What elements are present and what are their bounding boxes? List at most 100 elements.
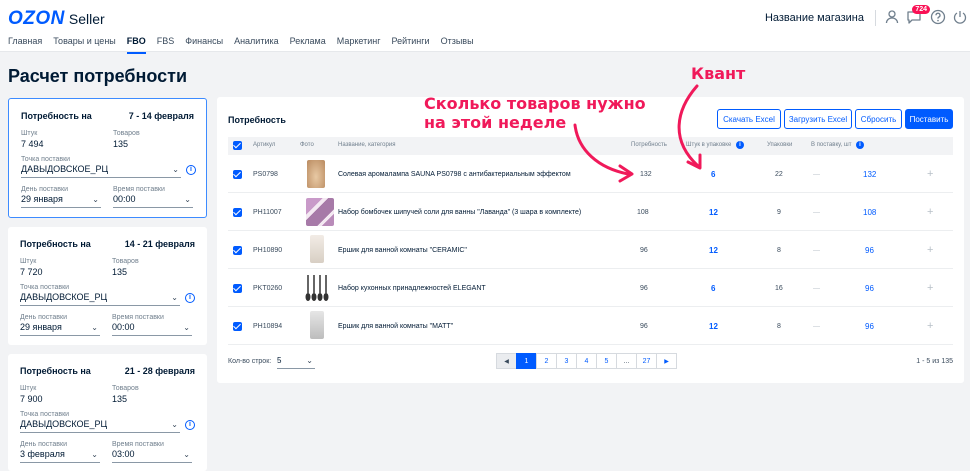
row-need: 96 [640, 285, 648, 292]
page-button[interactable]: 4 [576, 353, 597, 369]
table-row[interactable]: PKT0260 Набор кухонных принадлежностей E… [228, 269, 953, 307]
point-label: Точка поставки [20, 411, 70, 418]
col-per-pack: Штук в упаковке [686, 142, 732, 148]
col-packs: Упаковки [767, 142, 793, 148]
qty-value: 7 720 [20, 267, 43, 277]
logo-brand: OZON [8, 8, 65, 29]
point-select[interactable]: ДАВЫДОВСКОЕ_РЦ ⌄ [21, 164, 181, 178]
ozon-seller-logo[interactable]: OZON Seller [8, 8, 105, 30]
row-name[interactable]: Ершик для ванной комнаты "CERAMIC" [338, 247, 467, 254]
row-name[interactable]: Солевая аромалампа SAUNA PS0798 с антиба… [338, 171, 571, 178]
row-to-supply[interactable]: 96 [865, 284, 874, 293]
reset-button[interactable]: Сбросить [855, 109, 902, 129]
top-bar: OZON Seller Название магазина 724 Главна… [0, 0, 970, 54]
row-to-supply[interactable]: 132 [863, 170, 876, 179]
row-article: PH10894 [253, 323, 283, 330]
page-button[interactable]: 3 [556, 353, 577, 369]
time-select[interactable]: 00:00 ⌄ [112, 322, 192, 336]
time-select[interactable]: 00:00 ⌄ [113, 194, 193, 208]
week-card-3[interactable]: Потребность на 21 - 28 февраля Штук 7 90… [8, 354, 207, 471]
add-icon[interactable]: + [927, 244, 933, 256]
row-to-supply[interactable]: 96 [865, 322, 874, 331]
power-icon[interactable] [952, 9, 968, 25]
nav-marketing[interactable]: Маркетинг [337, 36, 381, 50]
info-icon[interactable]: i [736, 141, 744, 149]
add-icon[interactable]: + [927, 168, 933, 180]
rows-per-page-select[interactable]: 5 ⌄ [277, 355, 315, 369]
col-to-supply: В поставку, шт [811, 142, 852, 148]
nav-main[interactable]: Главная [8, 36, 42, 50]
download-excel-button[interactable]: Скачать Excel [717, 109, 781, 129]
row-name[interactable]: Ершик для ванной комнаты "MATT" [338, 323, 453, 330]
row-checkbox[interactable] [233, 170, 242, 179]
add-icon[interactable]: + [927, 282, 933, 294]
time-label: Время поставки [112, 314, 164, 321]
day-select[interactable]: 29 января ⌄ [20, 322, 100, 336]
point-select[interactable]: ДАВЫДОВСКОЕ_РЦ ⌄ [20, 419, 180, 433]
chevron-down-icon: ⌄ [171, 293, 178, 302]
row-dash: — [813, 209, 820, 216]
nav-fbs[interactable]: FBS [157, 36, 175, 50]
row-per-pack[interactable]: 12 [709, 246, 718, 255]
table-row[interactable]: PS0798 Солевая аромалампа SAUNA PS0798 с… [228, 155, 953, 193]
row-to-supply[interactable]: 96 [865, 246, 874, 255]
nav-analytics[interactable]: Аналитика [234, 36, 279, 50]
time-select[interactable]: 03:00 ⌄ [112, 449, 192, 463]
user-icon[interactable] [884, 9, 900, 25]
col-article: Артикул [253, 142, 276, 148]
page-button[interactable]: 2 [536, 353, 557, 369]
info-icon[interactable]: i [185, 420, 195, 430]
goods-value: 135 [112, 394, 128, 404]
supply-button[interactable]: Поставить [905, 109, 953, 129]
nav-ads[interactable]: Реклама [290, 36, 326, 50]
row-checkbox[interactable] [233, 208, 242, 217]
day-value: 29 января [21, 194, 63, 204]
nav-finance[interactable]: Финансы [185, 36, 223, 50]
chevron-down-icon: ⌄ [306, 356, 313, 365]
info-icon[interactable]: i [186, 165, 196, 175]
next-page-button[interactable]: ▶ [656, 353, 677, 369]
prev-page-button[interactable]: ◀ [496, 353, 517, 369]
col-photo: Фото [300, 142, 314, 148]
nav-fbo[interactable]: FBO [126, 36, 146, 54]
row-packs: 8 [777, 247, 781, 254]
select-all-checkbox[interactable] [233, 141, 242, 150]
day-select[interactable]: 29 января ⌄ [21, 194, 101, 208]
week-card-2[interactable]: Потребность на 14 - 21 февраля Штук 7 72… [8, 227, 207, 345]
page-button[interactable]: 27 [636, 353, 657, 369]
row-checkbox[interactable] [233, 246, 242, 255]
store-name-menu[interactable]: Название магазина [765, 12, 864, 24]
add-icon[interactable]: + [927, 206, 933, 218]
row-name[interactable]: Набор кухонных принадлежностей ELEGANT [338, 285, 486, 292]
nav-reviews[interactable]: Отзывы [441, 36, 474, 50]
row-checkbox[interactable] [233, 322, 242, 331]
info-icon[interactable]: i [185, 293, 195, 303]
info-icon[interactable]: i [856, 141, 864, 149]
time-value: 03:00 [112, 449, 135, 459]
row-packs: 9 [777, 209, 781, 216]
week-card-1[interactable]: Потребность на 7 - 14 февраля Штук 7 494… [8, 98, 207, 218]
point-select[interactable]: ДАВЫДОВСКОЕ_РЦ ⌄ [20, 292, 180, 306]
add-icon[interactable]: + [927, 320, 933, 332]
upload-excel-button[interactable]: Загрузить Excel [784, 109, 852, 129]
table-row[interactable]: PH10894 Ершик для ванной комнаты "MATT" … [228, 307, 953, 345]
page-button[interactable]: 5 [596, 353, 617, 369]
nav-ratings[interactable]: Рейтинги [392, 36, 430, 50]
help-icon[interactable] [930, 9, 946, 25]
row-per-pack[interactable]: 6 [711, 284, 715, 293]
point-value: ДАВЫДОВСКОЕ_РЦ [20, 292, 108, 302]
page-button[interactable]: 1 [516, 353, 537, 369]
row-per-pack[interactable]: 12 [709, 322, 718, 331]
row-article: PH11007 [253, 209, 282, 216]
range-text: 1 - 5 из 135 [916, 358, 953, 365]
table-row[interactable]: PH10890 Ершик для ванной комнаты "CERAMI… [228, 231, 953, 269]
row-checkbox[interactable] [233, 284, 242, 293]
row-name[interactable]: Набор бомбочек шипучей соли для ванны "Л… [338, 209, 581, 216]
row-to-supply[interactable]: 108 [863, 208, 876, 217]
nav-products[interactable]: Товары и цены [53, 36, 116, 50]
row-per-pack[interactable]: 12 [709, 208, 718, 217]
row-per-pack[interactable]: 6 [711, 170, 715, 179]
table-row[interactable]: PH11007 Набор бомбочек шипучей соли для … [228, 193, 953, 231]
qty-value: 7 494 [21, 139, 44, 149]
day-select[interactable]: 3 февраля ⌄ [20, 449, 100, 463]
